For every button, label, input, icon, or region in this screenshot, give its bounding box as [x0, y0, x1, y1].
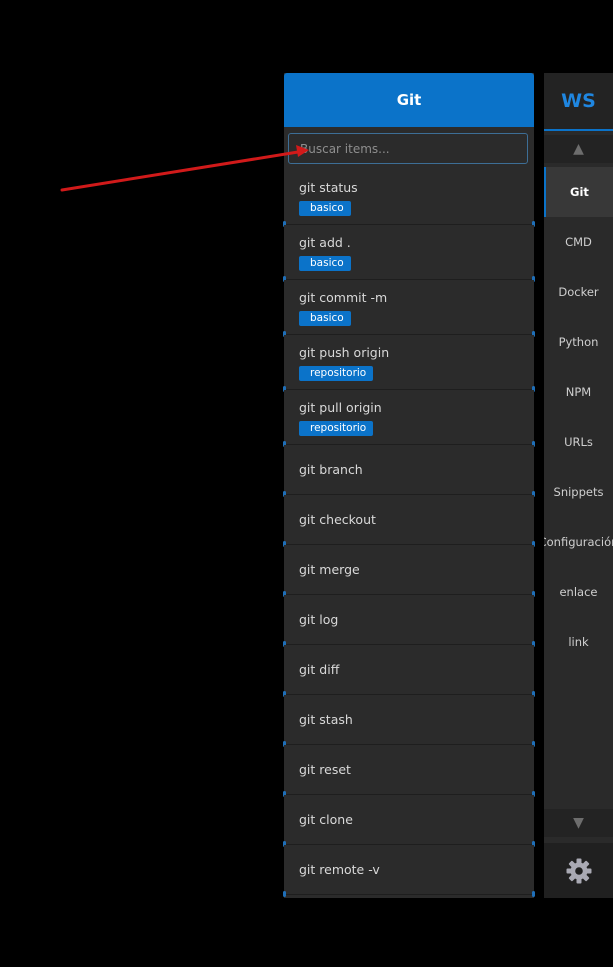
list-item[interactable]: git pull origin repositorio — [283, 390, 535, 447]
list-item[interactable]: git add . basico — [283, 225, 535, 282]
category-list: GitCMDDockerPythonNPMURLsSnippetsConfigu… — [544, 167, 613, 667]
list-item[interactable]: git clone — [283, 795, 535, 847]
list-item[interactable]: git diff — [283, 645, 535, 697]
item-tag-badge: repositorio — [299, 420, 374, 436]
settings-button[interactable] — [544, 843, 613, 898]
item-label: git clone — [299, 811, 353, 827]
sidebar-item-git[interactable]: Git — [544, 167, 613, 217]
resize-handle-left — [283, 891, 286, 897]
items-panel: Git git statusbasicogit add .basicogit c… — [283, 73, 535, 898]
sidebar-item-enlace[interactable]: enlace — [544, 567, 613, 617]
item-label: git remote -v — [299, 861, 380, 877]
sidebar-item-urls[interactable]: URLs — [544, 417, 613, 467]
list-item[interactable]: git reset — [283, 745, 535, 797]
app-logo: WS — [544, 73, 613, 131]
sidebar-item-configuración[interactable]: Configuración — [544, 517, 613, 567]
list-item[interactable]: git checkout — [283, 495, 535, 547]
sidebar-item-python[interactable]: Python — [544, 317, 613, 367]
list-item[interactable]: git remote -v — [283, 845, 535, 897]
item-tag-badge: basico — [299, 255, 351, 271]
item-label: git diff — [299, 661, 340, 677]
sidebar-item-snippets[interactable]: Snippets — [544, 467, 613, 517]
item-label: git reset — [299, 761, 351, 777]
item-label: git commit -m — [299, 289, 388, 305]
item-tag-badge: basico — [299, 200, 351, 216]
search-box — [288, 133, 528, 164]
item-label: git checkout — [299, 511, 376, 527]
item-label: git pull origin — [299, 399, 382, 415]
list-item[interactable]: git merge — [283, 545, 535, 597]
item-label: git status — [299, 179, 358, 195]
items-list: git status basico git add . basico git commi… — [283, 170, 535, 897]
list-item[interactable]: git push origin repositorio — [283, 335, 535, 392]
sidebar-item-cmd[interactable]: CMD — [544, 217, 613, 267]
triangle-up-icon: ▲ — [573, 141, 584, 157]
gear-icon — [566, 858, 591, 883]
item-label: git merge — [299, 561, 360, 577]
screen: Git git statusbasicogit add .basicogit c… — [0, 0, 613, 967]
list-item[interactable]: git stash — [283, 695, 535, 747]
item-tag-badge: repositorio — [299, 365, 374, 381]
resize-handle-right — [532, 891, 535, 897]
category-sidebar: WS ▲ GitCMDDockerPythonNPMURLsSnippetsCo… — [544, 73, 613, 898]
item-tag-badge: basico — [299, 310, 351, 326]
sidebar-item-npm[interactable]: NPM — [544, 367, 613, 417]
item-label: git add . — [299, 234, 351, 250]
list-item[interactable]: git branch — [283, 445, 535, 497]
sidebar-item-docker[interactable]: Docker — [544, 267, 613, 317]
search-input[interactable] — [289, 134, 527, 163]
triangle-down-icon: ▼ — [573, 815, 584, 831]
list-item[interactable]: git log — [283, 595, 535, 647]
list-item[interactable]: git commit -m basico — [283, 280, 535, 337]
list-item[interactable]: git status basico — [283, 170, 535, 227]
panel-title: Git — [284, 73, 534, 127]
item-label: git push origin — [299, 344, 390, 360]
item-label: git stash — [299, 711, 353, 727]
scroll-up-button[interactable]: ▲ — [544, 135, 613, 163]
sidebar-item-link[interactable]: link — [544, 617, 613, 667]
scroll-down-button[interactable]: ▼ — [544, 809, 613, 837]
item-label: git branch — [299, 461, 363, 477]
item-label: git log — [299, 611, 339, 627]
